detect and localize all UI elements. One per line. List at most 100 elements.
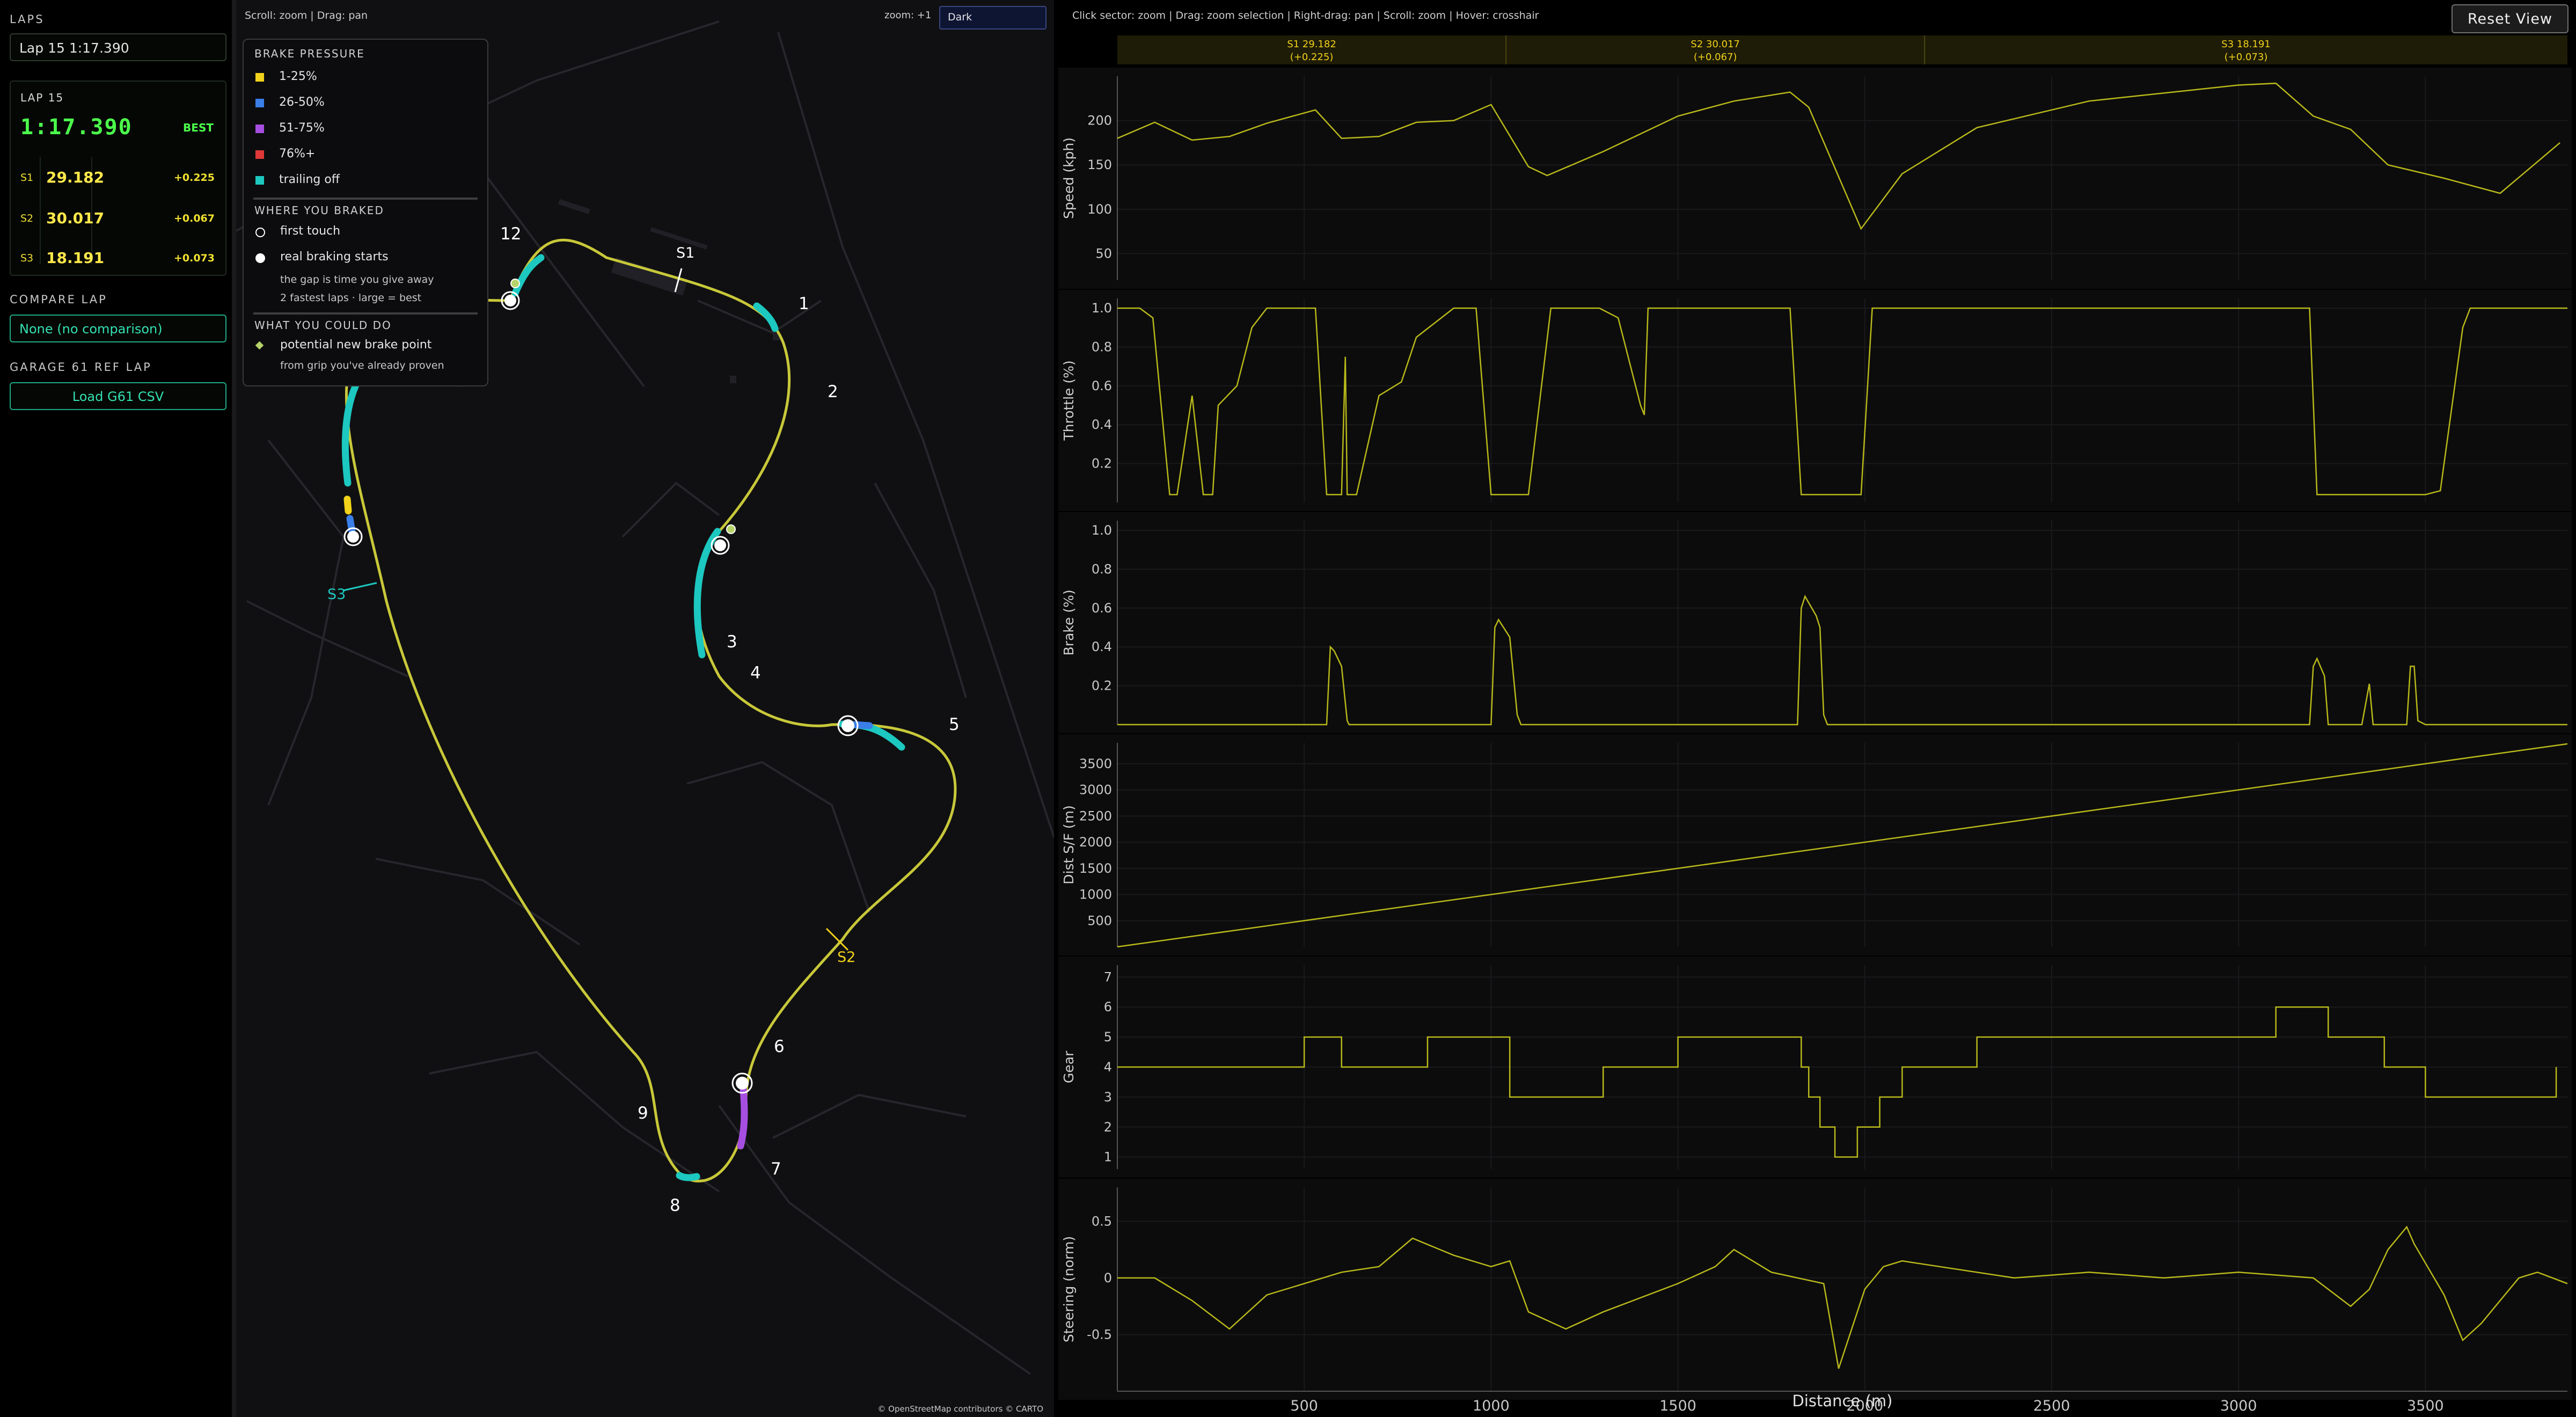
x-tick-label: 3000 — [2220, 1398, 2257, 1414]
corner-2-label: 2 — [828, 382, 838, 401]
y-tick-label: 0.8 — [1092, 339, 1112, 354]
y-tick-label: 1.0 — [1092, 523, 1112, 538]
y-tick-label: 0.8 — [1092, 561, 1112, 576]
y-tick-label: 0.2 — [1092, 678, 1112, 693]
map-theme-value: Dark — [948, 11, 972, 23]
sector-row-s1: S1 29.182 +0.225 — [11, 165, 225, 189]
sector-bar-delta: (+0.225) — [1290, 52, 1334, 63]
corner-7-label: 7 — [771, 1159, 781, 1179]
sector-row-s2: S2 30.017 +0.067 — [11, 206, 225, 230]
sector-time: 18.191 — [46, 249, 105, 267]
sector-bar-label[interactable]: S1 29.182 — [1287, 39, 1336, 50]
brake-markers — [343, 279, 859, 1094]
legend-item-26-50: 26-50% — [279, 96, 325, 109]
y-tick-label: 0.5 — [1092, 1214, 1112, 1229]
y-tick-label: 2500 — [1079, 808, 1112, 823]
x-axis-label: Distance (m) — [1792, 1392, 1893, 1410]
sector-delta: +0.067 — [173, 213, 215, 224]
legend-divider — [253, 312, 478, 315]
track-map[interactable]: 12 1 2 3 4 5 6 7 8 9 S1 S2 S3 Scroll: zo… — [236, 0, 1054, 1417]
y-axis-label: Gear — [1061, 1050, 1077, 1083]
sector-bar-delta: (+0.067) — [1694, 52, 1737, 63]
sector-delta: +0.225 — [173, 172, 215, 184]
y-tick-label: 7 — [1104, 969, 1112, 984]
telemetry-panel[interactable]: Click sector: zoom | Drag: zoom selectio… — [1054, 0, 2576, 1417]
legend-swatch-76-plus — [255, 150, 264, 159]
legend-swatch-trailing-off — [255, 176, 264, 185]
y-tick-label: 1000 — [1079, 887, 1112, 902]
x-tick-label: 2500 — [2033, 1398, 2070, 1414]
potential-brake-point-icon — [255, 341, 264, 350]
y-tick-label: 0.2 — [1092, 456, 1112, 471]
legend-item-1-25: 1-25% — [279, 70, 317, 83]
map-legend: BRAKE PRESSURE 1-25% 26-50% 51-75% 76%+ … — [243, 39, 488, 386]
y-tick-label: 500 — [1087, 913, 1112, 928]
garage-ref-title: GARAGE 61 REF LAP — [10, 361, 152, 374]
lap-card-name: LAP 15 — [20, 91, 64, 104]
map-attribution: © OpenStreetMap contributors © CARTO — [877, 1404, 1043, 1414]
compare-lap-value: None (no comparison) — [19, 322, 163, 337]
chart-panel[interactable] — [1058, 512, 2572, 733]
first-touch-icon — [255, 228, 265, 237]
compare-lap-select[interactable]: None (no comparison) — [10, 315, 226, 342]
zoom-label: zoom: +1 — [884, 10, 932, 21]
y-tick-label: 2 — [1104, 1120, 1112, 1135]
y-axis-label: Steering (norm) — [1061, 1236, 1077, 1342]
sector-s3-label: S3 — [327, 586, 346, 603]
laps-title: LAPS — [10, 13, 45, 26]
sector-time: 29.182 — [46, 169, 105, 186]
y-tick-label: 50 — [1095, 246, 1112, 261]
legend-fastest-note: 2 fastest laps · large = best — [280, 292, 422, 304]
sector-bar-label[interactable]: S2 30.017 — [1690, 39, 1740, 50]
compare-lap-title: COMPARE LAP — [10, 293, 107, 306]
y-tick-label: 4 — [1104, 1060, 1112, 1075]
sector-bar-label[interactable]: S3 18.191 — [2221, 39, 2271, 50]
chart-panel[interactable] — [1058, 290, 2572, 511]
y-tick-label: 0 — [1104, 1270, 1112, 1285]
load-g61-csv-button[interactable]: Load G61 CSV — [10, 382, 226, 410]
sector-bar-delta: (+0.073) — [2224, 52, 2268, 63]
y-tick-label: 0.4 — [1092, 639, 1112, 654]
sector-label: S1 — [20, 172, 34, 184]
legend-grip-note: from grip you've already proven — [280, 360, 444, 371]
lap-select-dropdown[interactable]: Lap 15 1:17.390 — [10, 33, 226, 61]
corner-4-label: 4 — [750, 663, 761, 683]
corner-12-label: 12 — [500, 224, 522, 244]
map-hint: Scroll: zoom | Drag: pan — [245, 10, 368, 21]
lap-card-time: 1:17.390 — [20, 115, 133, 140]
legend-swatch-1-25 — [255, 73, 264, 82]
corner-5-label: 5 — [949, 715, 960, 734]
y-tick-label: 1500 — [1079, 861, 1112, 876]
corner-6-label: 6 — [774, 1037, 785, 1056]
telemetry-charts[interactable]: S1 29.182 (+0.225) S2 30.017 (+0.067) S3 18.… — [1054, 0, 2576, 1417]
y-tick-label: 6 — [1104, 999, 1112, 1014]
legend-real-braking: real braking starts — [280, 250, 389, 264]
lap-card[interactable]: LAP 15 1:17.390 BEST S1 29.182 +0.225 S2… — [10, 81, 226, 276]
chart-panel[interactable] — [1058, 734, 2572, 955]
sector-label: S3 — [20, 252, 34, 264]
y-tick-label: 1 — [1104, 1150, 1112, 1165]
legend-brake-title: BRAKE PRESSURE — [254, 47, 365, 60]
legend-where-title: WHERE YOU BRAKED — [254, 204, 384, 217]
panel-divider[interactable] — [232, 0, 236, 1417]
legend-could-title: WHAT YOU COULD DO — [254, 319, 392, 332]
legend-swatch-51-75 — [255, 125, 264, 133]
y-tick-label: 3 — [1104, 1090, 1112, 1105]
legend-item-trailing-off: trailing off — [279, 173, 340, 186]
y-tick-label: 2000 — [1079, 835, 1112, 850]
x-tick-label: 1000 — [1473, 1398, 1510, 1414]
legend-first-touch: first touch — [280, 224, 341, 238]
x-tick-label: 3500 — [2407, 1398, 2444, 1414]
map-theme-select[interactable]: Dark — [939, 6, 1046, 30]
y-tick-label: 0.6 — [1092, 378, 1112, 393]
sector-row-s3: S3 18.191 +0.073 — [11, 246, 225, 269]
y-tick-label: 0.4 — [1092, 417, 1112, 432]
legend-swatch-26-50 — [255, 99, 264, 107]
y-axis-label: Throttle (%) — [1061, 360, 1077, 441]
chart-panel[interactable] — [1058, 68, 2572, 289]
y-tick-label: 3000 — [1079, 783, 1112, 798]
y-tick-label: 0.6 — [1092, 601, 1112, 616]
sector-s1-label: S1 — [676, 245, 695, 261]
y-tick-label: 150 — [1087, 157, 1112, 172]
legend-divider — [253, 198, 478, 200]
